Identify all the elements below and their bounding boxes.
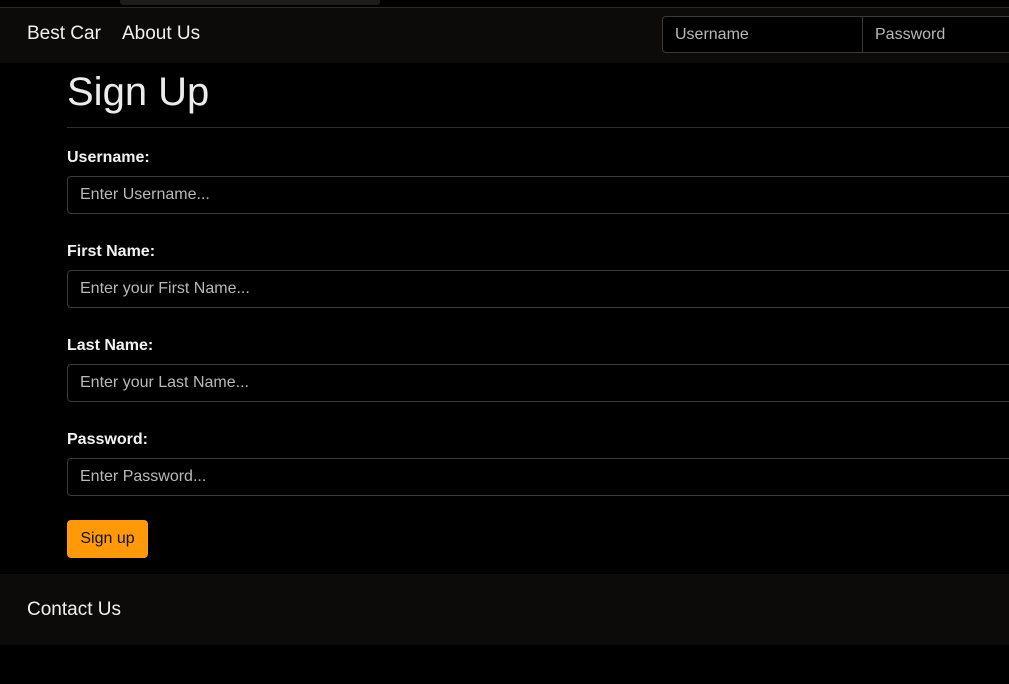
- navbar: Best Car About Us: [0, 8, 1009, 63]
- top-strip-highlight: [120, 0, 380, 5]
- first-name-label: First Name:: [67, 243, 156, 260]
- login-form: [662, 16, 1009, 53]
- password-input[interactable]: [67, 458, 1009, 496]
- contact-us-link[interactable]: Contact Us: [27, 599, 121, 621]
- page-title: Sign Up: [67, 63, 1009, 128]
- about-us-link[interactable]: About Us: [122, 23, 200, 45]
- last-name-input[interactable]: [67, 364, 1009, 402]
- footer: Contact Us: [0, 574, 1009, 645]
- sign-up-button[interactable]: Sign up: [67, 520, 148, 558]
- brand-link[interactable]: Best Car: [27, 23, 101, 45]
- password-label: Password:: [67, 431, 148, 448]
- login-username-input[interactable]: [662, 16, 863, 53]
- last-name-label: Last Name:: [67, 337, 154, 354]
- login-password-input[interactable]: [863, 16, 1009, 53]
- top-strip: [0, 0, 1009, 8]
- username-input[interactable]: [67, 176, 1009, 214]
- first-name-input[interactable]: [67, 270, 1009, 308]
- username-label: Username:: [67, 149, 150, 166]
- signup-section: Sign Up Username: First Name: Last Name:…: [67, 63, 1009, 558]
